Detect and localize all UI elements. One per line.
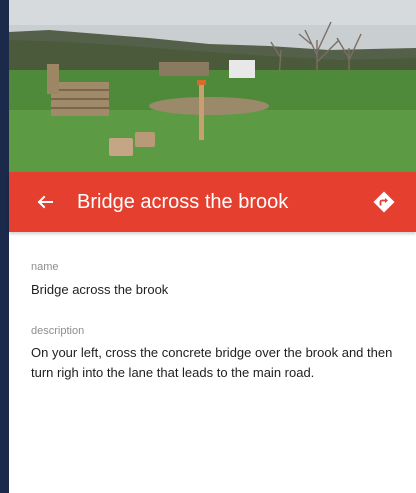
page-title: Bridge across the brook <box>77 191 289 213</box>
app-bar: Bridge across the brook <box>9 172 416 232</box>
name-label: name <box>31 261 59 273</box>
arrow-left-icon <box>37 195 53 209</box>
back-button[interactable] <box>27 184 63 220</box>
directions-icon <box>373 191 395 213</box>
left-edge-strip <box>0 0 9 493</box>
description-label: description <box>31 325 85 337</box>
description-value: On your left, cross the concrete bridge … <box>31 345 393 380</box>
field-photo-illustration <box>9 0 416 172</box>
name-value: Bridge across the brook <box>31 282 169 297</box>
header-photo <box>9 0 416 172</box>
detail-content: name Bridge across the brook description… <box>31 232 401 383</box>
directions-button[interactable] <box>366 184 402 220</box>
